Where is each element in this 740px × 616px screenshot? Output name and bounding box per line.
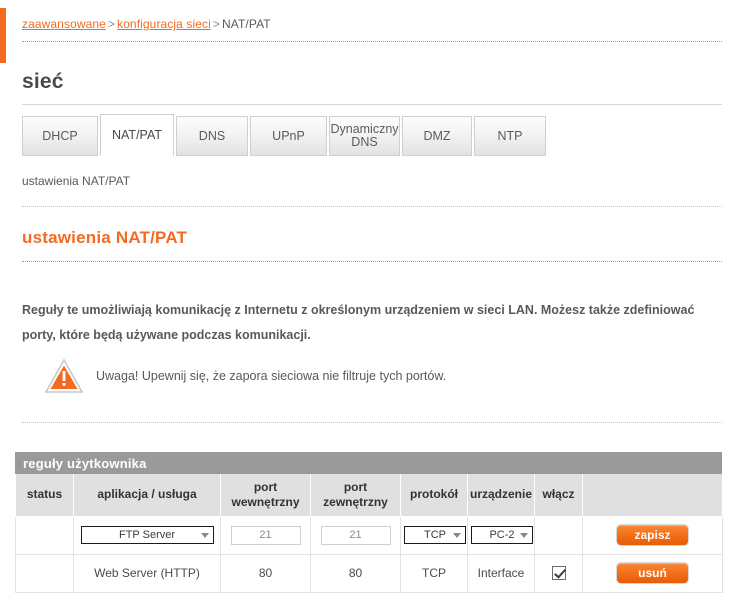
breadcrumb-link-network-config[interactable]: konfiguracja sieci [117, 17, 211, 31]
tab-dns[interactable]: DNS [176, 116, 248, 156]
cell-status [15, 553, 74, 593]
header-enable: włącz [534, 474, 583, 517]
protocol-select[interactable]: TCP [404, 526, 466, 544]
cell-enable-new [534, 515, 583, 555]
table-header-row: status aplikacja / usługa port wewnętrzn… [15, 474, 723, 517]
page-root: zaawansowane > konfiguracja sieci > NAT/PAT … [0, 0, 740, 616]
tab-upnp[interactable]: UPnP [250, 116, 327, 156]
divider-under-section-heading [22, 261, 722, 262]
header-port-internal: port wewnętrzny [220, 474, 311, 517]
tab-nat-pat[interactable]: NAT/PAT [100, 114, 174, 156]
tab-upnp-label: UPnP [272, 128, 305, 143]
divider-under-title [22, 104, 722, 105]
table-caption: reguły użytkownika [15, 452, 722, 474]
application-select-shell: FTP Server [80, 526, 214, 544]
header-protocol: protokół [400, 474, 468, 517]
cell-protocol-new: TCP [400, 515, 468, 555]
tab-ntp[interactable]: NTP [474, 116, 546, 156]
header-application: aplikacja / usługa [73, 474, 221, 517]
tab-dhcp-label: DHCP [42, 128, 78, 143]
breadcrumb-separator-1: > [107, 17, 116, 31]
warning-text: Uwaga! Upewnij się, że zapora sieciowa n… [96, 369, 447, 383]
cell-status-new [15, 515, 74, 555]
section-heading: ustawienia NAT/PAT [22, 228, 188, 247]
divider-breadcrumb [22, 41, 722, 42]
cell-port-external-new [310, 515, 401, 555]
page-title: sieć [22, 70, 64, 93]
breadcrumb-current: NAT/PAT [222, 17, 271, 31]
delete-button[interactable]: usuń [616, 562, 689, 584]
breadcrumb: zaawansowane > konfiguracja sieci > NAT/PAT [22, 17, 271, 31]
divider-above-table [22, 422, 722, 423]
tab-dmz[interactable]: DMZ [402, 116, 472, 156]
device-select-shell: PC-2 [471, 526, 533, 544]
header-device: urządzenie [467, 474, 535, 517]
protocol-select-shell: TCP [404, 526, 466, 544]
cell-action: usuń [582, 553, 723, 593]
cell-device: Interface [467, 553, 535, 593]
save-button[interactable]: zapisz [616, 524, 689, 546]
settings-sub-label: ustawienia NAT/PAT [22, 174, 131, 188]
cell-device-new: PC-2 [467, 515, 535, 555]
cell-application-new: FTP Server [73, 515, 221, 555]
device-select[interactable]: PC-2 [471, 526, 533, 544]
rules-table-wrapper: reguły użytkownika status aplikacja / us… [15, 452, 723, 593]
breadcrumb-separator-2: > [212, 17, 221, 31]
table-row-new-rule: FTP Server TCP [15, 515, 723, 555]
warning-block: Uwaga! Upewnij się, że zapora sieciowa n… [44, 358, 446, 394]
tab-ntp-label: NTP [497, 128, 523, 143]
cell-enable [534, 553, 583, 593]
header-status: status [15, 474, 74, 517]
left-accent-bar [0, 8, 6, 63]
tab-dhcp[interactable]: DHCP [22, 116, 98, 156]
table-row: Web Server (HTTP) 80 80 TCP Interface us… [15, 553, 723, 593]
cell-port-internal: 80 [220, 553, 311, 593]
breadcrumb-link-advanced[interactable]: zaawansowane [22, 17, 106, 31]
warning-triangle-icon [44, 358, 84, 393]
cell-port-internal-new [220, 515, 311, 555]
tab-dns-label: DNS [198, 128, 226, 143]
cell-action-new: zapisz [582, 515, 723, 555]
cell-application: Web Server (HTTP) [73, 553, 221, 593]
header-action [582, 474, 723, 517]
cell-port-external: 80 [310, 553, 401, 593]
tab-dynamic-dns[interactable]: Dynamiczny DNS [329, 116, 400, 156]
port-internal-input[interactable] [230, 525, 301, 545]
header-port-external: port zewnętrzny [310, 474, 401, 517]
port-external-input[interactable] [320, 525, 391, 545]
tab-dynamic-dns-label: Dynamiczny DNS [330, 122, 399, 149]
tab-bar: DHCP NAT/PAT DNS UPnP Dynamiczny DNS DMZ… [22, 114, 548, 156]
tab-nat-pat-label: NAT/PAT [112, 127, 162, 142]
cell-protocol: TCP [400, 553, 468, 593]
tab-dmz-label: DMZ [423, 128, 451, 143]
enable-checkbox[interactable] [551, 566, 566, 581]
user-rules-table: status aplikacja / usługa port wewnętrzn… [15, 474, 723, 593]
divider-above-section [22, 206, 722, 207]
section-description: Reguły te umożliwiają komunikację z Inte… [22, 303, 695, 342]
application-select[interactable]: FTP Server [80, 526, 214, 544]
